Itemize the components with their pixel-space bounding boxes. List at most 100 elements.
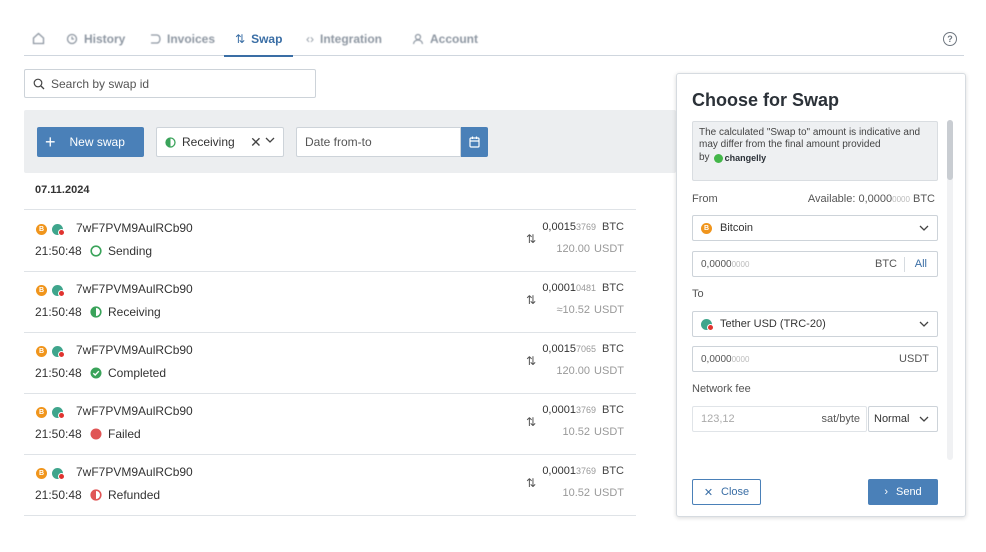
table-row[interactable]: B 7wF7PVM9AulRCb90 21:50:48 Failed ⇅ 0,0…: [24, 393, 636, 454]
coin-pair: B: [36, 468, 66, 480]
changelly-icon: [713, 153, 723, 163]
receiving-status-icon: [165, 136, 176, 148]
nav-integration[interactable]: ‹› Integration: [306, 22, 382, 55]
close-label: Close: [721, 486, 750, 498]
divider: [904, 257, 905, 272]
close-button[interactable]: ✕ Close: [692, 479, 761, 505]
status-label: Failed: [108, 427, 141, 441]
send-button[interactable]: › Send: [868, 479, 938, 505]
swap-direction-icon: ⇅: [526, 476, 537, 490]
invoice-icon: [151, 33, 161, 44]
chevron-down-icon[interactable]: [265, 137, 275, 144]
status-badge: Failed: [90, 427, 141, 441]
to-coin-select[interactable]: Tether USD (TRC-20): [692, 311, 938, 337]
tab-swap[interactable]: ⇅ Swap: [224, 22, 294, 57]
tron-icon: [58, 473, 65, 480]
choose-swap-panel: Choose for Swap The calculated "Swap to"…: [676, 73, 966, 517]
date-group-header: 07.11.2024: [35, 184, 90, 196]
usdt-icon: [52, 224, 65, 236]
check-circle-icon: [90, 367, 102, 379]
tron-icon: [707, 323, 714, 331]
swap-id: 7wF7PVM9AulRCb90: [76, 404, 193, 418]
notice-provider: by changelly: [699, 152, 767, 163]
amount-to: 10.52 USDT: [562, 426, 624, 438]
to-amount-value: 0,00000000: [701, 353, 750, 365]
tron-icon: [58, 290, 65, 297]
panel-scrollbar[interactable]: [947, 120, 953, 460]
tab-swap-label: Swap: [251, 31, 283, 46]
date-range-placeholder: Date from-to: [305, 135, 372, 149]
swap-direction-icon: ⇅: [526, 232, 537, 246]
panel-title: Choose for Swap: [692, 90, 840, 110]
from-coin-value: Bitcoin: [720, 222, 754, 234]
swap-time: 21:50:48: [35, 488, 82, 502]
new-swap-button[interactable]: + New swap: [37, 127, 144, 157]
amount-to: ≈10.52 USDT: [556, 304, 624, 316]
send-label: Send: [895, 486, 922, 498]
from-amount-input[interactable]: 0,00000000 BTC All: [692, 251, 938, 277]
clear-icon[interactable]: ✕: [250, 134, 262, 151]
usdt-icon: [52, 346, 65, 358]
calendar-icon: [469, 136, 480, 148]
scrollbar-thumb[interactable]: [947, 120, 953, 180]
status-label: Receiving: [108, 305, 161, 319]
search-input[interactable]: [51, 76, 291, 91]
network-fee-input[interactable]: 123,12 sat/byte: [692, 406, 867, 432]
from-coin-select[interactable]: B Bitcoin: [692, 215, 938, 241]
swap-time: 21:50:48: [35, 427, 82, 441]
swap-direction-icon: ⇅: [526, 293, 537, 307]
swap-direction-icon: ⇅: [526, 354, 537, 368]
amount-to: 120.00 USDT: [556, 243, 624, 255]
swap-time: 21:50:48: [35, 305, 82, 319]
failed-icon: [90, 428, 102, 440]
nav-history-label: History: [84, 31, 126, 46]
usdt-icon: [52, 407, 65, 419]
table-row[interactable]: B 7wF7PVM9AulRCb90 21:50:48 Completed ⇅ …: [24, 332, 636, 393]
nav-account[interactable]: Account: [412, 22, 478, 55]
from-currency: BTC: [875, 258, 897, 270]
amount-from: 0,00157065 BTC: [542, 343, 624, 355]
table-row[interactable]: B 7wF7PVM9AulRCb90 21:50:48 Refunded ⇅ 0…: [24, 454, 636, 515]
search-box: [24, 69, 316, 98]
btc-icon: B: [36, 407, 47, 418]
coin-pair: B: [36, 346, 66, 358]
btc-icon: B: [36, 346, 47, 357]
to-label: To: [692, 288, 704, 300]
swap-id: 7wF7PVM9AulRCb90: [76, 282, 193, 296]
network-fee-label: Network fee: [692, 383, 751, 395]
filter-bar: + New swap Receiving ✕ Date from-to: [24, 110, 676, 173]
sending-icon: [90, 245, 102, 257]
help-icon[interactable]: ?: [943, 32, 957, 46]
to-amount-input[interactable]: 0,00000000 USDT: [692, 346, 938, 372]
nav-history[interactable]: History: [66, 22, 125, 55]
fee-unit: sat/byte: [821, 413, 860, 425]
status-badge: Refunded: [90, 488, 160, 502]
table-row[interactable]: B 7wF7PVM9AulRCb90 21:50:48 Receiving ⇅ …: [24, 271, 636, 332]
chevron-down-icon: [919, 416, 929, 422]
all-button[interactable]: All: [915, 258, 927, 270]
amount-from: 0,00013769 BTC: [542, 404, 624, 416]
to-currency: USDT: [899, 353, 929, 365]
swap-direction-icon: ⇅: [526, 415, 537, 429]
chevron-right-icon: ›: [884, 486, 888, 498]
nav-home[interactable]: [32, 22, 45, 55]
new-swap-label: New swap: [69, 135, 125, 149]
chevron-down-icon: [919, 225, 929, 231]
available-balance: Available: 0,00000000 BTC: [807, 193, 935, 205]
plus-icon: +: [45, 132, 56, 152]
nav-invoices[interactable]: Invoices: [149, 22, 215, 55]
table-row[interactable]: B 7wF7PVM9AulRCb90 21:50:48 Sending ⇅ 0,…: [24, 210, 636, 271]
tron-icon: [58, 229, 65, 236]
nav-integration-label: Integration: [320, 31, 382, 46]
date-range-input[interactable]: Date from-to: [296, 127, 461, 157]
home-icon: [32, 32, 45, 45]
divider: [24, 515, 636, 516]
receiving-icon: [90, 306, 102, 318]
nav-invoices-label: Invoices: [167, 31, 216, 46]
btc-icon: B: [36, 468, 47, 479]
status-label: Completed: [108, 366, 167, 380]
calendar-button[interactable]: [461, 127, 488, 157]
status-filter-select[interactable]: Receiving ✕: [156, 127, 284, 157]
fee-speed-select[interactable]: Normal: [868, 406, 938, 432]
refunded-icon: [90, 489, 102, 501]
